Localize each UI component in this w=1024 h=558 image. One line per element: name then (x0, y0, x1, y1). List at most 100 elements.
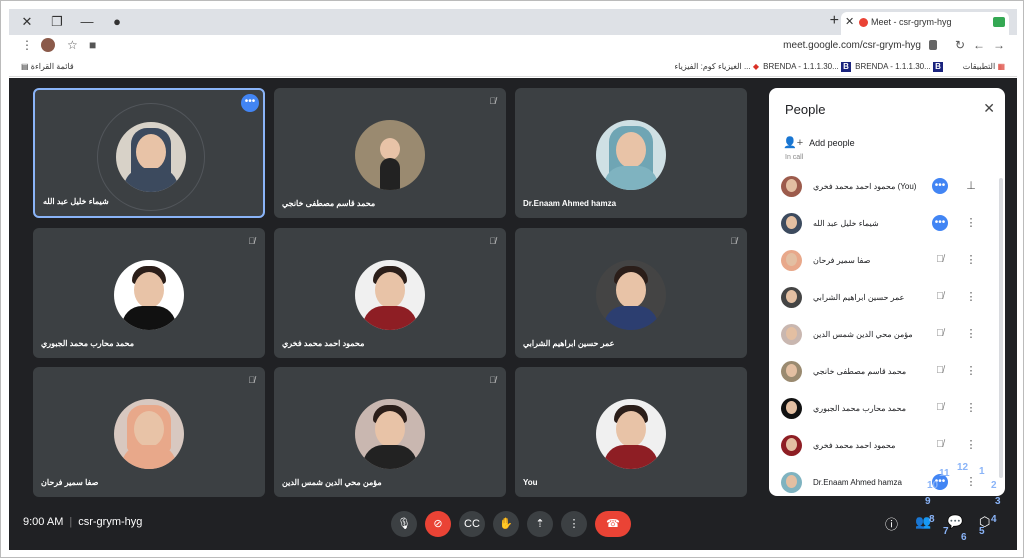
more-options-button[interactable]: ⋮ (561, 511, 587, 537)
participant-tile[interactable]: You (515, 367, 747, 497)
kebab-menu-icon[interactable]: ⋮ (965, 252, 977, 268)
mic-off-icon[interactable]: 🎙̸ (932, 326, 948, 342)
microphone-button[interactable]: 🎙 (391, 511, 417, 537)
participant-tile[interactable]: 🎙̸ مؤمن محي الدين شمس الدين (274, 367, 506, 497)
avatar (781, 472, 802, 493)
list-item[interactable]: محمود احمد محمد فخري (You) ••• ⊥ (769, 168, 1005, 205)
profile-avatar[interactable] (41, 38, 55, 52)
participant-name: محمود احمد محمد فخري (282, 339, 365, 348)
mic-off-icon: 🎙̸ (730, 236, 737, 246)
kebab-menu-icon[interactable]: ⋮ (965, 363, 977, 379)
recording-icon (859, 18, 868, 27)
more-options-icon[interactable]: ••• (932, 178, 948, 194)
reload-icon[interactable]: ↻ (955, 38, 965, 52)
list-item[interactable]: عمر حسين ابراهيم الشرابي 🎙̸ ⋮ (769, 279, 1005, 316)
participant-tile[interactable]: Dr.Enaam Ahmed hamza (515, 88, 747, 218)
star-icon[interactable]: ☆ (67, 38, 78, 52)
avatar (781, 435, 802, 456)
forward-icon[interactable]: → (993, 38, 1005, 52)
participant-tile[interactable]: 🎙̸ محمود احمد محمد فخري (274, 228, 506, 358)
kebab-menu-icon[interactable]: ⋮ (21, 38, 33, 52)
mic-off-icon[interactable]: 🎙̸ (932, 437, 948, 453)
annotation-number: 6 (961, 532, 967, 543)
browser-tab[interactable]: ✕ Meet - csr-grym-hyg (841, 12, 1009, 35)
back-icon[interactable]: ← (973, 38, 985, 52)
mic-off-icon[interactable]: 🎙̸ (932, 252, 948, 268)
meet-stage: ••• شيماء خليل عبد الله 🎙̸ محمد قاسم مصط… (9, 78, 1017, 550)
list-item[interactable]: محمود احمد محمد فخري 🎙̸ ⋮ (769, 427, 1005, 464)
reading-list[interactable]: ▤ قائمة القراءة (21, 62, 74, 71)
panel-title: People (785, 102, 826, 117)
browser-toolbar: ⋮ ☆ ■ meet.google.com/csr-grym-hyg ↻ ← → (9, 35, 1017, 57)
camera-icon[interactable]: ■ (89, 38, 96, 52)
annotation-number: 5 (979, 526, 985, 537)
mic-off-icon: 🎙̸ (489, 96, 496, 106)
participant-tile[interactable]: 🎙̸ صفا سمير فرحان (33, 367, 265, 497)
kebab-menu-icon[interactable]: ⋮ (965, 289, 977, 305)
bookmark-brenda-1[interactable]: BRENDA - 1.1.1.30... B (855, 62, 943, 72)
avatar (781, 176, 802, 197)
list-item[interactable]: شيماء خليل عبد الله ••• ⋮ (769, 205, 1005, 242)
pin-icon[interactable]: ⊥ (965, 178, 977, 194)
participant-name: محمد قاسم مصطفى خانجي (282, 199, 376, 208)
participant-name: محمد محارب محمد الجبوري (41, 339, 134, 348)
close-icon[interactable]: ✕ (983, 100, 995, 117)
annotation-number: 2 (991, 480, 997, 491)
avatar (596, 260, 666, 330)
avatar (781, 213, 802, 234)
participant-name: You (523, 478, 538, 487)
mic-off-icon[interactable]: 🎙̸ (932, 289, 948, 305)
add-people-button[interactable]: 👤+ Add people (783, 136, 855, 149)
mic-off-icon[interactable]: 🎙̸ (932, 400, 948, 416)
bookmark-apps[interactable]: التطبيقات ▦ (963, 62, 1005, 71)
kebab-menu-icon[interactable]: ⋮ (965, 474, 977, 490)
avatar (355, 399, 425, 469)
avatar (781, 324, 802, 345)
participant-name: مؤمن محي الدين شمس الدين (282, 478, 382, 487)
kebab-menu-icon[interactable]: ⋮ (965, 400, 977, 416)
list-item[interactable]: محمد قاسم مصطفى خانجي 🎙̸ ⋮ (769, 353, 1005, 390)
close-tab-icon[interactable]: ✕ (845, 15, 854, 28)
raise-hand-button[interactable]: ✋ (493, 511, 519, 537)
chrome-menu-icon[interactable]: ● (109, 14, 125, 30)
kebab-menu-icon[interactable]: ⋮ (965, 437, 977, 453)
kebab-menu-icon[interactable]: ⋮ (965, 326, 977, 342)
list-item[interactable]: مؤمن محي الدين شمس الدين 🎙̸ ⋮ (769, 316, 1005, 353)
lock-icon[interactable] (929, 40, 937, 50)
captions-button[interactable]: CC (459, 511, 485, 537)
more-options-icon[interactable]: ••• (241, 94, 259, 112)
camera-off-button[interactable]: ⊘ (425, 511, 451, 537)
chat-icon[interactable]: 💬 (947, 514, 963, 530)
tab-title: Meet - csr-grym-hyg (871, 17, 952, 27)
participant-tile[interactable]: 🎙̸ محمد محارب محمد الجبوري (33, 228, 265, 358)
close-window-icon[interactable]: ✕ (19, 14, 35, 30)
participant-tile[interactable]: 🎙̸ عمر حسين ابراهيم الشرابي (515, 228, 747, 358)
bookmark-physics[interactable]: الغيزياء كوم: الفيزياء ... ◆ (674, 62, 759, 71)
participant-tile[interactable]: ••• شيماء خليل عبد الله (33, 88, 265, 218)
avatar (114, 399, 184, 469)
annotation-number: 7 (943, 526, 949, 537)
list-item[interactable]: صفا سمير فرحان 🎙̸ ⋮ (769, 242, 1005, 279)
screenshot-frame: ✕ ❐ — ● + ✕ Meet - csr-grym-hyg ⋮ ☆ ■ me… (0, 0, 1024, 558)
address-bar[interactable]: meet.google.com/csr-grym-hyg (783, 40, 921, 51)
annotation-number: 10 (927, 480, 939, 491)
avatar (116, 122, 186, 192)
info-icon[interactable]: ⓘ (885, 514, 898, 533)
leave-call-button[interactable]: ☎ (595, 511, 631, 537)
scrollbar[interactable] (999, 178, 1003, 478)
list-item[interactable]: محمد محارب محمد الجبوري 🎙̸ ⋮ (769, 390, 1005, 427)
kebab-menu-icon[interactable]: ⋮ (965, 215, 977, 231)
mic-off-icon[interactable]: 🎙̸ (932, 363, 948, 379)
minimize-window-icon[interactable]: — (79, 14, 95, 30)
participant-tile[interactable]: 🎙̸ محمد قاسم مصطفى خانجي (274, 88, 506, 218)
bookmarks-bar: التطبيقات ▦ BRENDA - 1.1.1.30... B BREND… (9, 57, 1017, 77)
new-tab-icon[interactable]: + (830, 12, 839, 30)
avatar (781, 287, 802, 308)
mic-off-icon: 🎙̸ (248, 375, 255, 385)
bookmark-brenda-2[interactable]: BRENDA - 1.1.1.30... B (763, 62, 851, 72)
list-item[interactable]: Dr.Enaam Ahmed hamza ••• ⋮ (769, 464, 1005, 496)
more-options-icon[interactable]: ••• (932, 215, 948, 231)
annotation-number: 1 (979, 466, 985, 477)
restore-window-icon[interactable]: ❐ (49, 14, 65, 30)
present-button[interactable]: ⇡ (527, 511, 553, 537)
